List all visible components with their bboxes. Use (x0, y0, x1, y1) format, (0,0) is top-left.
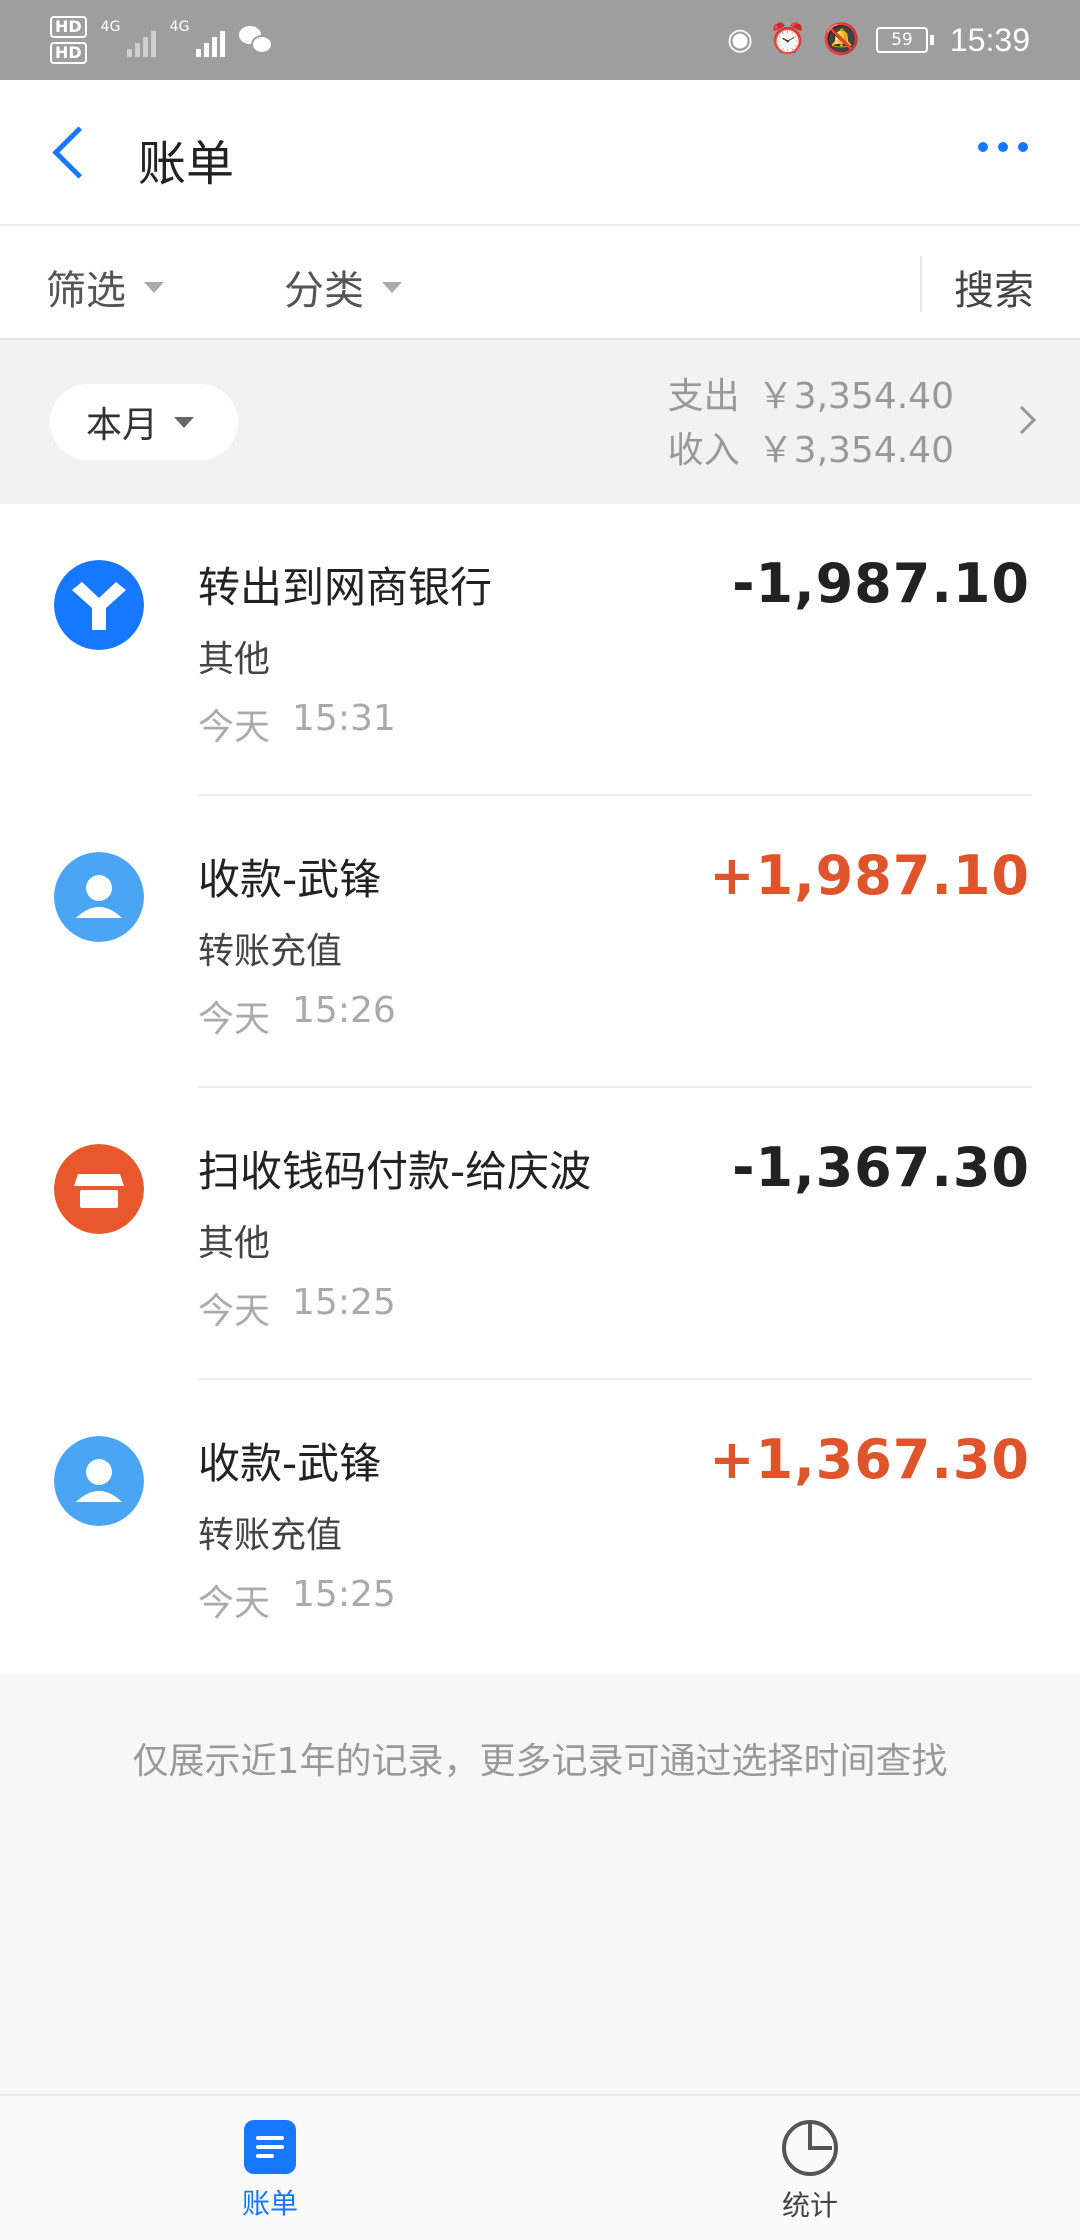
bill-category: 转账充值 (198, 1515, 343, 1556)
bill-title: 收款-武锋 (198, 1439, 382, 1488)
history-range-note: 仅展示近1年的记录，更多记录可通过选择时间查找 (132, 1741, 948, 1782)
income-label: 收入 (667, 430, 740, 471)
caret-down-icon (382, 281, 402, 293)
status-time: 15:39 (949, 21, 1030, 58)
bill-row[interactable]: 扫收钱码付款-给庆波 其他 今天 15:25 -1,367.30 (0, 1088, 1080, 1380)
tab-statistics-label: 统计 (781, 2189, 838, 2222)
bill-title: 转出到网商银行 (198, 563, 493, 612)
bill-title: 收款-武锋 (198, 855, 382, 904)
tab-bill[interactable]: 账单 (190, 2120, 350, 2222)
bill-clock: 15:25 (292, 1574, 396, 1615)
filter-dropdown[interactable]: 筛选 (46, 258, 164, 316)
bill-list: 转出到网商银行 其他 今天 15:31 -1,987.10 收款-武锋 转账充值… (0, 504, 1080, 1674)
bill-category: 转账充值 (198, 931, 343, 972)
person-avatar-icon (54, 852, 144, 942)
bill-row[interactable]: 收款-武锋 转账充值 今天 15:26 +1,987.10 (0, 796, 1080, 1088)
bill-title: 扫收钱码付款-给庆波 (198, 1147, 592, 1196)
bill-amount: -1,367.30 (732, 1136, 1030, 1199)
bill-category: 其他 (198, 1223, 271, 1264)
summary-totals: 支出 ￥3,354.40 收入 ￥3,354.40 (668, 370, 954, 478)
bill-clock: 15:31 (292, 698, 396, 739)
bill-amount: -1,987.10 (732, 552, 1030, 615)
bill-day: 今天 (198, 1291, 271, 1332)
back-arrow-icon[interactable] (44, 122, 104, 182)
expense-total: 支出 ￥3,354.40 (668, 370, 954, 424)
bill-day: 今天 (198, 707, 271, 748)
app-header: 账单 (0, 80, 1080, 224)
hd-indicators: HD HD (50, 16, 87, 64)
bill-time: 今天 15:26 (198, 990, 396, 1042)
signal-icon-sim1: 4G (101, 19, 156, 57)
bill-time: 今天 15:31 (198, 698, 396, 750)
bill-time: 今天 15:25 (198, 1282, 396, 1334)
bill-list-icon (244, 2120, 296, 2174)
more-options-icon[interactable] (978, 142, 1028, 152)
category-label: 分类 (284, 268, 364, 314)
bill-row[interactable]: 转出到网商银行 其他 今天 15:31 -1,987.10 (0, 504, 1080, 796)
category-dropdown[interactable]: 分类 (284, 258, 402, 316)
store-icon (54, 1144, 144, 1234)
sim2-network-label: 4G (169, 19, 190, 35)
bottom-nav: 账单 统计 (0, 2094, 1080, 2240)
alarm-icon: ⏰ (769, 22, 807, 57)
battery-level: 59 (875, 27, 928, 53)
income-value: ￥3,354.40 (757, 430, 954, 471)
bill-category: 其他 (198, 639, 271, 680)
month-selector[interactable]: 本月 (50, 384, 238, 460)
hd-badge-1: HD (50, 16, 87, 38)
eye-comfort-icon: ◉ (727, 22, 754, 57)
expense-value: ￥3,354.40 (757, 376, 954, 417)
caret-down-icon (144, 281, 164, 293)
filter-label: 筛选 (46, 268, 126, 314)
hd-badge-2: HD (50, 42, 87, 64)
person-avatar-icon (54, 1436, 144, 1526)
filter-divider (920, 256, 922, 312)
chevron-right-icon (1007, 405, 1037, 435)
expense-label: 支出 (667, 376, 740, 417)
bill-time: 今天 15:25 (198, 1574, 396, 1626)
tab-statistics[interactable]: 统计 (730, 2120, 890, 2224)
income-total: 收入 ￥3,354.40 (668, 424, 954, 478)
pie-chart-icon (782, 2120, 838, 2176)
mute-bell-icon: 🔕 (822, 22, 860, 57)
search-button[interactable]: 搜索 (954, 258, 1034, 316)
caret-down-icon (174, 416, 195, 428)
bill-day: 今天 (198, 999, 271, 1040)
bill-clock: 15:25 (292, 1282, 396, 1323)
bill-row[interactable]: 收款-武锋 转账充值 今天 15:25 +1,367.30 (0, 1380, 1080, 1672)
month-summary[interactable]: 本月 支出 ￥3,354.40 收入 ￥3,354.40 (0, 340, 1080, 504)
status-bar: HD HD 4G 4G ◉ ⏰ 🔕 59 15:39 (0, 0, 1080, 80)
page-title: 账单 (138, 136, 235, 192)
bill-amount: +1,367.30 (709, 1428, 1030, 1491)
bill-day: 今天 (198, 1583, 271, 1624)
mybank-logo-icon (54, 560, 144, 650)
filter-bar: 筛选 分类 搜索 (0, 224, 1080, 340)
signal-icon-sim2: 4G (170, 19, 225, 57)
battery-icon: 59 (875, 27, 934, 53)
sim1-network-label: 4G (100, 19, 121, 35)
bill-amount: +1,987.10 (709, 844, 1030, 907)
month-label: 本月 (86, 405, 159, 446)
wechat-icon (238, 26, 273, 54)
status-right: ◉ ⏰ 🔕 59 15:39 (727, 22, 1030, 59)
status-left: HD HD 4G 4G (50, 16, 273, 64)
tab-bill-label: 账单 (241, 2187, 298, 2220)
bill-clock: 15:26 (292, 990, 396, 1031)
